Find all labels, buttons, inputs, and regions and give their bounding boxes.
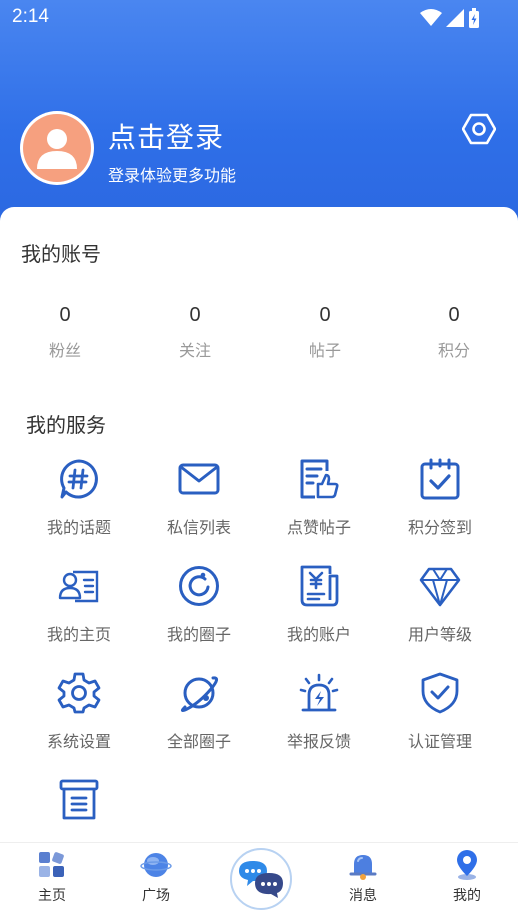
bottom-nav: 主页 广场 消息 我的 xyxy=(0,842,518,922)
login-title[interactable]: 点击登录 xyxy=(108,116,224,156)
nav-home[interactable]: 主页 xyxy=(17,849,87,905)
service-label: 全部圈子 xyxy=(166,734,231,751)
content-card: 我的账号 0 粉丝 0 关注 0 帖子 0 积分 我的服务 我的话题 私信列表 xyxy=(0,207,518,842)
stat-points[interactable]: 0 积分 xyxy=(404,304,504,361)
battery-icon xyxy=(469,8,479,28)
login-subtitle: 登录体验更多功能 xyxy=(108,168,237,185)
stat-value: 0 xyxy=(59,304,71,326)
service-label: 举报反馈 xyxy=(286,734,351,751)
stat-value: 0 xyxy=(448,304,460,326)
signal-icon xyxy=(446,9,464,27)
calendar-check-icon xyxy=(420,458,460,500)
service-label: 系统设置 xyxy=(46,734,111,751)
stat-label: 粉丝 xyxy=(48,343,81,360)
nav-center-button[interactable] xyxy=(230,848,292,910)
stat-posts[interactable]: 0 帖子 xyxy=(275,304,375,361)
service-system-settings[interactable]: 系统设置 xyxy=(24,671,134,761)
circle-icon xyxy=(179,566,219,606)
avatar-placeholder xyxy=(23,114,91,182)
status-time: 2:14 xyxy=(12,6,49,27)
hashtag-chat-icon xyxy=(60,459,98,499)
avatar[interactable] xyxy=(20,111,94,185)
service-label: 我的主页 xyxy=(46,627,111,644)
service-my-circles[interactable]: 我的圈子 xyxy=(144,564,254,654)
envelope-icon xyxy=(178,463,220,495)
nav-mine[interactable]: 我的 xyxy=(432,849,502,905)
nav-label: 消息 xyxy=(349,887,377,903)
planet-icon xyxy=(180,676,218,713)
alarm-light-icon xyxy=(299,673,339,712)
archive-box-icon xyxy=(59,779,99,820)
service-label: 我的账户 xyxy=(286,627,351,644)
profile-header: 2:14 点击登录 登录体验更多功能 xyxy=(0,0,518,240)
account-section-title: 我的账号 xyxy=(21,244,101,266)
service-report-feedback[interactable]: 举报反馈 xyxy=(264,671,374,761)
bell-icon xyxy=(349,855,377,880)
service-messages[interactable]: 私信列表 xyxy=(144,457,254,547)
settings-hexagon-icon[interactable] xyxy=(462,112,496,146)
nav-square[interactable]: 广场 xyxy=(121,849,191,905)
nav-label: 我的 xyxy=(453,887,481,903)
thumbs-up-document-icon xyxy=(300,459,339,499)
service-label: 点赞帖子 xyxy=(286,520,351,537)
service-my-topics[interactable]: 我的话题 xyxy=(24,457,134,547)
stat-following[interactable]: 0 关注 xyxy=(145,304,245,361)
yen-document-icon xyxy=(300,565,339,607)
stat-label: 帖子 xyxy=(308,343,341,360)
status-icons xyxy=(420,8,480,28)
status-bar: 2:14 xyxy=(0,0,518,34)
stat-label: 关注 xyxy=(178,343,211,360)
stat-label: 积分 xyxy=(437,343,470,360)
gear-icon xyxy=(57,672,101,714)
service-label: 我的话题 xyxy=(46,520,111,537)
service-label: 认证管理 xyxy=(407,734,472,751)
service-label: 私信列表 xyxy=(166,520,231,537)
stat-value: 0 xyxy=(189,304,201,326)
nav-messages[interactable]: 消息 xyxy=(328,849,398,905)
stat-value: 0 xyxy=(319,304,331,326)
service-user-level[interactable]: 用户等级 xyxy=(385,564,495,654)
wifi-icon xyxy=(420,9,442,26)
nav-label: 广场 xyxy=(142,887,170,903)
service-label: 用户等级 xyxy=(407,627,472,644)
service-label: 积分签到 xyxy=(407,520,472,537)
shield-check-icon xyxy=(421,672,459,714)
service-all-circles[interactable]: 全部圈子 xyxy=(144,671,254,761)
chat-bubbles-icon xyxy=(239,861,283,898)
user-silhouette-icon xyxy=(37,129,77,169)
service-my-account[interactable]: 我的账户 xyxy=(264,564,374,654)
nav-label: 主页 xyxy=(38,887,66,903)
stat-fans[interactable]: 0 粉丝 xyxy=(15,304,115,361)
service-my-homepage[interactable]: 我的主页 xyxy=(24,564,134,654)
service-verification[interactable]: 认证管理 xyxy=(385,671,495,761)
globe-icon xyxy=(140,853,172,877)
services-section-title: 我的服务 xyxy=(26,415,106,437)
diamond-icon xyxy=(419,567,461,607)
service-checkin[interactable]: 积分签到 xyxy=(385,457,495,547)
home-cubes-icon xyxy=(39,852,64,877)
service-liked-posts[interactable]: 点赞帖子 xyxy=(264,457,374,547)
service-archive[interactable] xyxy=(24,778,134,826)
service-label: 我的圈子 xyxy=(166,627,231,644)
profile-card-icon xyxy=(58,570,99,603)
location-pin-icon xyxy=(457,850,477,880)
